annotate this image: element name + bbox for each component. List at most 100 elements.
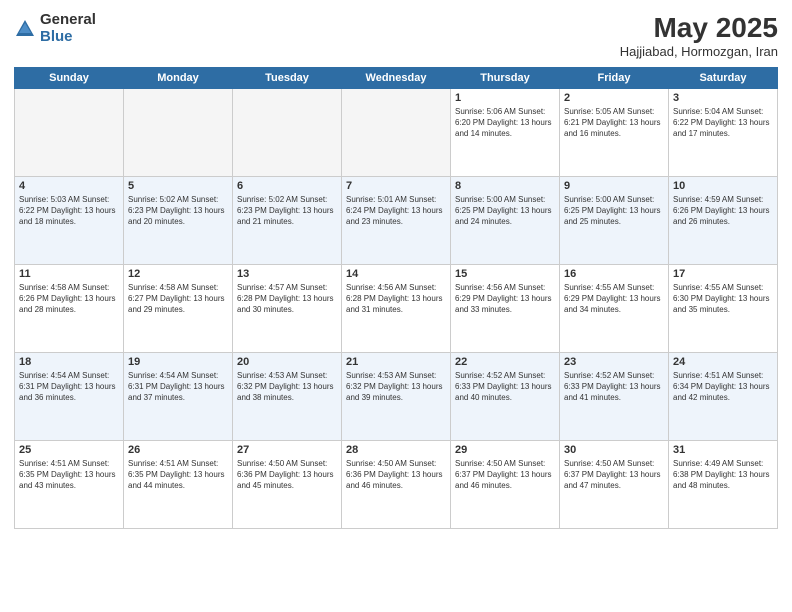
day-header-tuesday: Tuesday: [233, 68, 342, 89]
day-number: 19: [128, 356, 228, 368]
day-number: 21: [346, 356, 446, 368]
day-number: 13: [237, 268, 337, 280]
day-number: 26: [128, 444, 228, 456]
logo-icon: [14, 18, 36, 40]
calendar-cell: 14Sunrise: 4:56 AM Sunset: 6:28 PM Dayli…: [342, 265, 451, 353]
calendar-cell: [233, 89, 342, 177]
day-info: Sunrise: 4:52 AM Sunset: 6:33 PM Dayligh…: [455, 370, 555, 404]
calendar-cell: 18 Sunrise: 4:54 AM Sunset: 6:31 PM Dayli…: [15, 353, 124, 441]
calendar-cell: 10 Sunrise: 4:59 AM Sunset: 6:26 PM Dayli…: [669, 177, 778, 265]
day-number: 15: [455, 268, 555, 280]
day-info: Sunrise: 5:02 AM Sunset: 6:23 PM Dayligh…: [128, 194, 228, 228]
day-number: 4: [19, 180, 119, 192]
day-info: Sunrise: 4:50 AM Sunset: 6:37 PM Dayligh…: [455, 458, 555, 492]
day-number: 14: [346, 268, 446, 280]
calendar-cell: 16 Sunrise: 4:55 AM Sunset: 6:29 PM Dayli…: [560, 265, 669, 353]
calendar-cell: 27 Sunrise: 4:50 AM Sunset: 6:36 PM Dayli…: [233, 441, 342, 529]
day-info: Sunrise: 4:55 AM Sunset: 6:29 PM Dayligh…: [564, 282, 664, 316]
calendar-cell: [15, 89, 124, 177]
day-number: 22: [455, 356, 555, 368]
day-header-monday: Monday: [124, 68, 233, 89]
day-info: Sunrise: 4:50 AM Sunset: 6:36 PM Dayligh…: [346, 458, 446, 492]
calendar-cell: 15 Sunrise: 4:56 AM Sunset: 6:29 PM Dayli…: [451, 265, 560, 353]
calendar-cell: 8 Sunrise: 5:00 AM Sunset: 6:25 PM Daylig…: [451, 177, 560, 265]
day-number: 23: [564, 356, 664, 368]
day-number: 16: [564, 268, 664, 280]
day-info: Sunrise: 5:06 AM Sunset: 6:20 PM Dayligh…: [455, 106, 555, 140]
calendar-cell: 7 Sunrise: 5:01 AM Sunset: 6:24 PM Daylig…: [342, 177, 451, 265]
calendar-cell: 28 Sunrise: 4:50 AM Sunset: 6:36 PM Dayli…: [342, 441, 451, 529]
day-info: Sunrise: 4:51 AM Sunset: 6:35 PM Dayligh…: [128, 458, 228, 492]
calendar-cell: 21 Sunrise: 4:53 AM Sunset: 6:32 PM Dayli…: [342, 353, 451, 441]
calendar-cell: 29 Sunrise: 4:50 AM Sunset: 6:37 PM Dayli…: [451, 441, 560, 529]
day-info: Sunrise: 4:57 AM Sunset: 6:28 PM Dayligh…: [237, 282, 337, 316]
day-info: Sunrise: 4:50 AM Sunset: 6:36 PM Dayligh…: [237, 458, 337, 492]
logo: General Blue: [14, 12, 96, 45]
day-info: Sunrise: 5:00 AM Sunset: 6:25 PM Dayligh…: [455, 194, 555, 228]
day-number: 2: [564, 92, 664, 104]
day-number: 18: [19, 356, 119, 368]
day-info: Sunrise: 5:00 AM Sunset: 6:25 PM Dayligh…: [564, 194, 664, 228]
day-info: Sunrise: 4:49 AM Sunset: 6:38 PM Dayligh…: [673, 458, 773, 492]
day-number: 31: [673, 444, 773, 456]
week-row-3: 11 Sunrise: 4:58 AM Sunset: 6:26 PM Dayli…: [15, 265, 778, 353]
day-number: 28: [346, 444, 446, 456]
day-info: Sunrise: 4:55 AM Sunset: 6:30 PM Dayligh…: [673, 282, 773, 316]
calendar-cell: 5 Sunrise: 5:02 AM Sunset: 6:23 PM Daylig…: [124, 177, 233, 265]
day-info: Sunrise: 5:04 AM Sunset: 6:22 PM Dayligh…: [673, 106, 773, 140]
calendar-cell: [342, 89, 451, 177]
day-number: 5: [128, 180, 228, 192]
day-info: Sunrise: 4:51 AM Sunset: 6:34 PM Dayligh…: [673, 370, 773, 404]
day-info: Sunrise: 4:54 AM Sunset: 6:31 PM Dayligh…: [19, 370, 119, 404]
day-number: 27: [237, 444, 337, 456]
calendar-cell: 24Sunrise: 4:51 AM Sunset: 6:34 PM Dayli…: [669, 353, 778, 441]
calendar-cell: 19Sunrise: 4:54 AM Sunset: 6:31 PM Dayli…: [124, 353, 233, 441]
day-number: 20: [237, 356, 337, 368]
day-number: 1: [455, 92, 555, 104]
week-row-4: 18 Sunrise: 4:54 AM Sunset: 6:31 PM Dayli…: [15, 353, 778, 441]
day-info: Sunrise: 5:05 AM Sunset: 6:21 PM Dayligh…: [564, 106, 664, 140]
day-info: Sunrise: 4:56 AM Sunset: 6:29 PM Dayligh…: [455, 282, 555, 316]
day-header-wednesday: Wednesday: [342, 68, 451, 89]
calendar-cell: 2 Sunrise: 5:05 AM Sunset: 6:21 PM Daylig…: [560, 89, 669, 177]
calendar-cell: 3 Sunrise: 5:04 AM Sunset: 6:22 PM Daylig…: [669, 89, 778, 177]
day-number: 8: [455, 180, 555, 192]
day-info: Sunrise: 4:53 AM Sunset: 6:32 PM Dayligh…: [346, 370, 446, 404]
day-info: Sunrise: 4:59 AM Sunset: 6:26 PM Dayligh…: [673, 194, 773, 228]
day-header-friday: Friday: [560, 68, 669, 89]
calendar-page: General Blue May 2025 Hajjiabad, Hormozg…: [0, 0, 792, 612]
calendar-cell: 23 Sunrise: 4:52 AM Sunset: 6:33 PM Dayli…: [560, 353, 669, 441]
day-number: 25: [19, 444, 119, 456]
calendar-cell: 17Sunrise: 4:55 AM Sunset: 6:30 PM Dayli…: [669, 265, 778, 353]
calendar-cell: 31 Sunrise: 4:49 AM Sunset: 6:38 PM Dayli…: [669, 441, 778, 529]
day-number: 7: [346, 180, 446, 192]
day-header-saturday: Saturday: [669, 68, 778, 89]
day-info: Sunrise: 4:51 AM Sunset: 6:35 PM Dayligh…: [19, 458, 119, 492]
calendar-cell: 1 Sunrise: 5:06 AM Sunset: 6:20 PM Daylig…: [451, 89, 560, 177]
calendar-cell: [124, 89, 233, 177]
week-row-5: 25 Sunrise: 4:51 AM Sunset: 6:35 PM Dayli…: [15, 441, 778, 529]
title-block: May 2025 Hajjiabad, Hormozgan, Iran: [620, 12, 778, 59]
day-info: Sunrise: 5:03 AM Sunset: 6:22 PM Dayligh…: [19, 194, 119, 228]
calendar-table: SundayMondayTuesdayWednesdayThursdayFrid…: [14, 67, 778, 529]
calendar-cell: 9Sunrise: 5:00 AM Sunset: 6:25 PM Daylig…: [560, 177, 669, 265]
calendar-cell: 22 Sunrise: 4:52 AM Sunset: 6:33 PM Dayli…: [451, 353, 560, 441]
day-info: Sunrise: 4:50 AM Sunset: 6:37 PM Dayligh…: [564, 458, 664, 492]
day-info: Sunrise: 4:58 AM Sunset: 6:26 PM Dayligh…: [19, 282, 119, 316]
day-info: Sunrise: 5:01 AM Sunset: 6:24 PM Dayligh…: [346, 194, 446, 228]
day-number: 30: [564, 444, 664, 456]
day-info: Sunrise: 4:53 AM Sunset: 6:32 PM Dayligh…: [237, 370, 337, 404]
day-info: Sunrise: 4:58 AM Sunset: 6:27 PM Dayligh…: [128, 282, 228, 316]
day-number: 3: [673, 92, 773, 104]
header: General Blue May 2025 Hajjiabad, Hormozg…: [14, 12, 778, 59]
day-number: 10: [673, 180, 773, 192]
month-year: May 2025: [620, 12, 778, 44]
calendar-cell: 20 Sunrise: 4:53 AM Sunset: 6:32 PM Dayli…: [233, 353, 342, 441]
day-info: Sunrise: 4:52 AM Sunset: 6:33 PM Dayligh…: [564, 370, 664, 404]
calendar-cell: 30 Sunrise: 4:50 AM Sunset: 6:37 PM Dayli…: [560, 441, 669, 529]
day-number: 29: [455, 444, 555, 456]
day-number: 12: [128, 268, 228, 280]
calendar-cell: 6Sunrise: 5:02 AM Sunset: 6:23 PM Daylig…: [233, 177, 342, 265]
day-number: 11: [19, 268, 119, 280]
day-header-sunday: Sunday: [15, 68, 124, 89]
